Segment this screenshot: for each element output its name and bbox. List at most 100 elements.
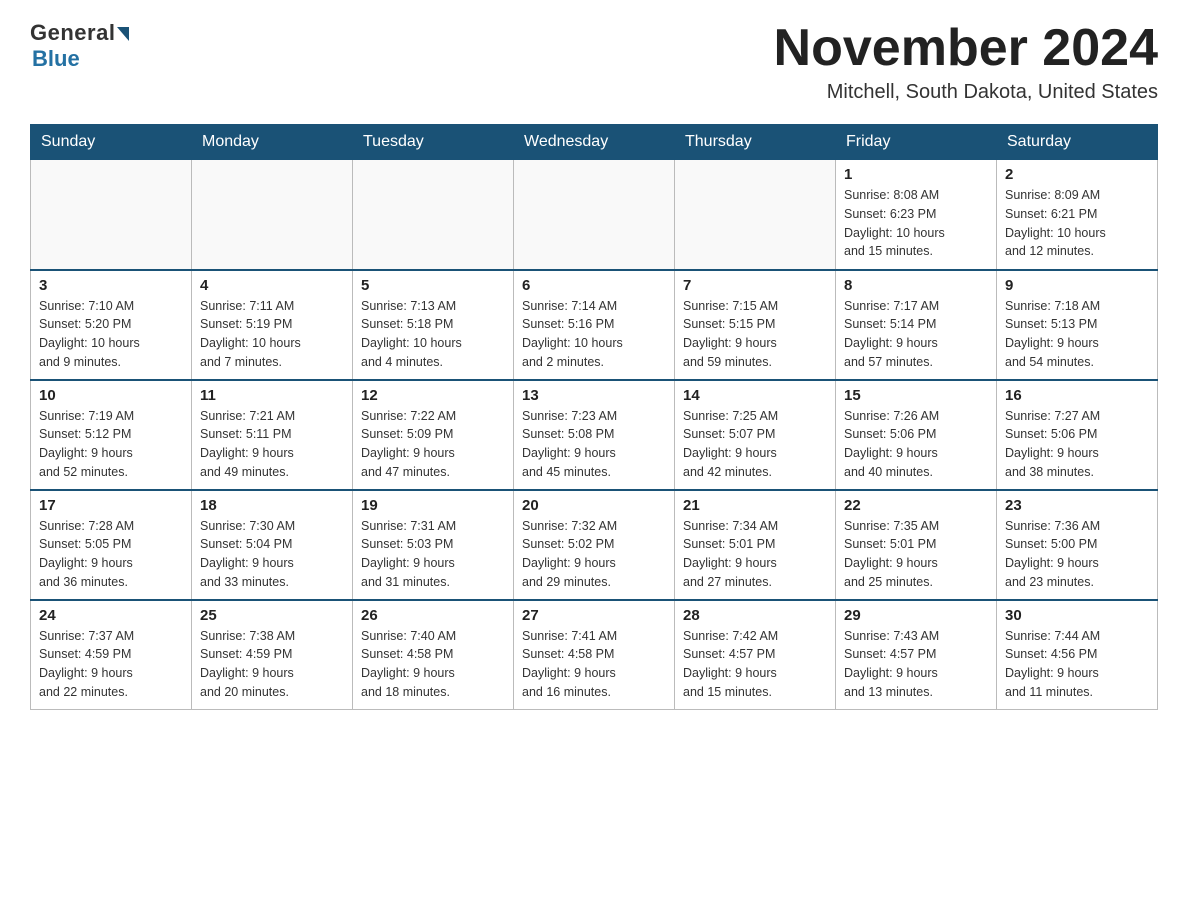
weekday-header-thursday: Thursday [675, 125, 836, 160]
weekday-header-saturday: Saturday [997, 125, 1158, 160]
day-info: Sunrise: 7:28 AM Sunset: 5:05 PM Dayligh… [39, 517, 183, 592]
logo-general-text: General [30, 20, 115, 46]
day-number: 5 [361, 277, 505, 294]
day-number: 3 [39, 277, 183, 294]
day-number: 27 [522, 607, 666, 624]
day-number: 7 [683, 277, 827, 294]
day-number: 24 [39, 607, 183, 624]
calendar-day-cell: 3 Sunrise: 7:10 AM Sunset: 5:20 PM Daylig… [31, 270, 192, 380]
day-info: Sunrise: 7:41 AM Sunset: 4:58 PM Dayligh… [522, 627, 666, 702]
calendar-week-row: 1 Sunrise: 8:08 AM Sunset: 6:23 PM Daylig… [31, 160, 1158, 270]
weekday-header-row: SundayMondayTuesdayWednesdayThursdayFrid… [31, 125, 1158, 160]
calendar-day-cell: 29 Sunrise: 7:43 AM Sunset: 4:57 PM Dayli… [836, 600, 997, 710]
calendar-day-cell: 6 Sunrise: 7:14 AM Sunset: 5:16 PM Daylig… [514, 270, 675, 380]
day-info: Sunrise: 7:26 AM Sunset: 5:06 PM Dayligh… [844, 407, 988, 482]
calendar-day-cell: 15 Sunrise: 7:26 AM Sunset: 5:06 PM Dayli… [836, 380, 997, 490]
calendar-week-row: 10 Sunrise: 7:19 AM Sunset: 5:12 PM Dayli… [31, 380, 1158, 490]
day-info: Sunrise: 7:30 AM Sunset: 5:04 PM Dayligh… [200, 517, 344, 592]
day-number: 10 [39, 387, 183, 404]
calendar-day-cell [192, 160, 353, 270]
day-number: 11 [200, 387, 344, 404]
day-info: Sunrise: 7:15 AM Sunset: 5:15 PM Dayligh… [683, 297, 827, 372]
day-info: Sunrise: 7:34 AM Sunset: 5:01 PM Dayligh… [683, 517, 827, 592]
day-info: Sunrise: 8:09 AM Sunset: 6:21 PM Dayligh… [1005, 186, 1149, 261]
calendar-day-cell: 4Sunrise: 7:11 AM Sunset: 5:19 PM Daylig… [192, 270, 353, 380]
calendar-day-cell: 9Sunrise: 7:18 AM Sunset: 5:13 PM Daylig… [997, 270, 1158, 380]
day-number: 16 [1005, 387, 1149, 404]
day-number: 15 [844, 387, 988, 404]
day-number: 6 [522, 277, 666, 294]
calendar-week-row: 24 Sunrise: 7:37 AM Sunset: 4:59 PM Dayli… [31, 600, 1158, 710]
day-info: Sunrise: 7:21 AM Sunset: 5:11 PM Dayligh… [200, 407, 344, 482]
calendar-day-cell: 24 Sunrise: 7:37 AM Sunset: 4:59 PM Dayli… [31, 600, 192, 710]
day-info: Sunrise: 7:17 AM Sunset: 5:14 PM Dayligh… [844, 297, 988, 372]
day-info: Sunrise: 7:36 AM Sunset: 5:00 PM Dayligh… [1005, 517, 1149, 592]
calendar-day-cell [353, 160, 514, 270]
calendar-day-cell [675, 160, 836, 270]
day-number: 12 [361, 387, 505, 404]
day-info: Sunrise: 7:42 AM Sunset: 4:57 PM Dayligh… [683, 627, 827, 702]
calendar-day-cell: 8 Sunrise: 7:17 AM Sunset: 5:14 PM Daylig… [836, 270, 997, 380]
day-number: 1 [844, 166, 988, 183]
day-number: 4 [200, 277, 344, 294]
logo: General Blue [30, 20, 129, 72]
day-number: 23 [1005, 497, 1149, 514]
calendar-day-cell: 10 Sunrise: 7:19 AM Sunset: 5:12 PM Dayli… [31, 380, 192, 490]
day-number: 29 [844, 607, 988, 624]
day-number: 19 [361, 497, 505, 514]
day-info: Sunrise: 7:43 AM Sunset: 4:57 PM Dayligh… [844, 627, 988, 702]
page-header: General Blue November 2024 Mitchell, Sou… [30, 20, 1158, 104]
calendar-day-cell: 1 Sunrise: 8:08 AM Sunset: 6:23 PM Daylig… [836, 160, 997, 270]
logo-arrow-icon [117, 27, 129, 41]
day-info: Sunrise: 7:35 AM Sunset: 5:01 PM Dayligh… [844, 517, 988, 592]
calendar-day-cell: 21 Sunrise: 7:34 AM Sunset: 5:01 PM Dayli… [675, 490, 836, 600]
day-number: 26 [361, 607, 505, 624]
day-number: 18 [200, 497, 344, 514]
calendar-day-cell: 13Sunrise: 7:23 AM Sunset: 5:08 PM Dayli… [514, 380, 675, 490]
day-number: 25 [200, 607, 344, 624]
weekday-header-monday: Monday [192, 125, 353, 160]
calendar-day-cell: 26 Sunrise: 7:40 AM Sunset: 4:58 PM Dayli… [353, 600, 514, 710]
calendar-day-cell: 27 Sunrise: 7:41 AM Sunset: 4:58 PM Dayli… [514, 600, 675, 710]
weekday-header-sunday: Sunday [31, 125, 192, 160]
day-info: Sunrise: 7:25 AM Sunset: 5:07 PM Dayligh… [683, 407, 827, 482]
calendar-day-cell: 12 Sunrise: 7:22 AM Sunset: 5:09 PM Dayli… [353, 380, 514, 490]
month-title: November 2024 [774, 20, 1158, 77]
day-info: Sunrise: 7:19 AM Sunset: 5:12 PM Dayligh… [39, 407, 183, 482]
calendar-week-row: 17 Sunrise: 7:28 AM Sunset: 5:05 PM Dayli… [31, 490, 1158, 600]
day-number: 8 [844, 277, 988, 294]
day-number: 2 [1005, 166, 1149, 183]
calendar-day-cell [31, 160, 192, 270]
calendar-day-cell: 11 Sunrise: 7:21 AM Sunset: 5:11 PM Dayli… [192, 380, 353, 490]
calendar-day-cell: 19Sunrise: 7:31 AM Sunset: 5:03 PM Dayli… [353, 490, 514, 600]
calendar-day-cell: 14 Sunrise: 7:25 AM Sunset: 5:07 PM Dayli… [675, 380, 836, 490]
calendar-day-cell: 30Sunrise: 7:44 AM Sunset: 4:56 PM Dayli… [997, 600, 1158, 710]
day-info: Sunrise: 7:40 AM Sunset: 4:58 PM Dayligh… [361, 627, 505, 702]
calendar-day-cell: 17 Sunrise: 7:28 AM Sunset: 5:05 PM Dayli… [31, 490, 192, 600]
calendar-day-cell: 5Sunrise: 7:13 AM Sunset: 5:18 PM Daylig… [353, 270, 514, 380]
day-info: Sunrise: 7:10 AM Sunset: 5:20 PM Dayligh… [39, 297, 183, 372]
weekday-header-tuesday: Tuesday [353, 125, 514, 160]
day-info: Sunrise: 7:23 AM Sunset: 5:08 PM Dayligh… [522, 407, 666, 482]
calendar-day-cell [514, 160, 675, 270]
calendar-day-cell: 18 Sunrise: 7:30 AM Sunset: 5:04 PM Dayli… [192, 490, 353, 600]
day-info: Sunrise: 7:22 AM Sunset: 5:09 PM Dayligh… [361, 407, 505, 482]
calendar-day-cell: 20Sunrise: 7:32 AM Sunset: 5:02 PM Dayli… [514, 490, 675, 600]
calendar-day-cell: 7 Sunrise: 7:15 AM Sunset: 5:15 PM Daylig… [675, 270, 836, 380]
day-number: 30 [1005, 607, 1149, 624]
weekday-header-friday: Friday [836, 125, 997, 160]
day-number: 17 [39, 497, 183, 514]
day-info: Sunrise: 8:08 AM Sunset: 6:23 PM Dayligh… [844, 186, 988, 261]
calendar-day-cell: 23 Sunrise: 7:36 AM Sunset: 5:00 PM Dayli… [997, 490, 1158, 600]
day-info: Sunrise: 7:37 AM Sunset: 4:59 PM Dayligh… [39, 627, 183, 702]
day-info: Sunrise: 7:27 AM Sunset: 5:06 PM Dayligh… [1005, 407, 1149, 482]
calendar-table: SundayMondayTuesdayWednesdayThursdayFrid… [30, 124, 1158, 710]
day-info: Sunrise: 7:14 AM Sunset: 5:16 PM Dayligh… [522, 297, 666, 372]
day-number: 28 [683, 607, 827, 624]
day-number: 21 [683, 497, 827, 514]
logo-blue-text: Blue [32, 46, 80, 72]
calendar-day-cell: 22 Sunrise: 7:35 AM Sunset: 5:01 PM Dayli… [836, 490, 997, 600]
day-number: 22 [844, 497, 988, 514]
weekday-header-wednesday: Wednesday [514, 125, 675, 160]
day-number: 14 [683, 387, 827, 404]
